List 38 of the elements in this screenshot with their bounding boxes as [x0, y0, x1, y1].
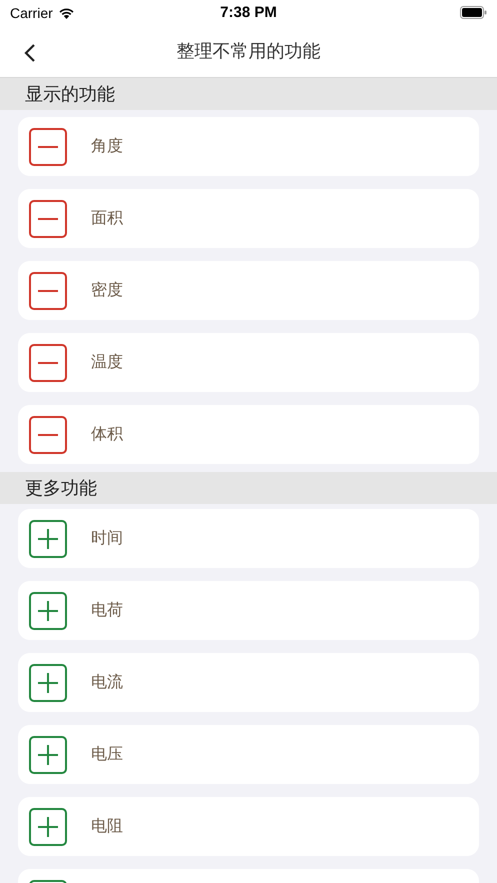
minus-icon[interactable]: [29, 128, 67, 166]
feature-row[interactable]: 密度: [18, 261, 479, 320]
feature-label: 电阻: [91, 816, 123, 837]
feature-label: 面积: [91, 208, 123, 229]
carrier-label: Carrier: [10, 4, 53, 20]
nav-title: 整理不常用的功能: [176, 40, 320, 63]
feature-row[interactable]: 温度: [18, 333, 479, 392]
feature-row[interactable]: 电荷: [18, 581, 479, 640]
feature-row[interactable]: 电流: [18, 653, 479, 712]
battery-icon: [460, 6, 487, 19]
minus-icon[interactable]: [29, 200, 67, 238]
minus-icon[interactable]: [29, 416, 67, 454]
feature-row[interactable]: 体积: [18, 405, 479, 464]
feature-label: 体积: [91, 424, 123, 445]
back-icon: [24, 43, 36, 63]
feature-label: 电压: [91, 744, 123, 765]
feature-label: 角度: [91, 136, 123, 157]
minus-icon[interactable]: [29, 272, 67, 310]
feature-row[interactable]: 时间: [18, 509, 479, 568]
feature-row[interactable]: 电阻: [18, 797, 479, 856]
plus-icon[interactable]: [29, 736, 67, 774]
feature-label: 电流: [91, 672, 123, 693]
status-time: 7:38 PM: [220, 4, 277, 21]
feature-label: 温度: [91, 352, 123, 373]
feature-label: 密度: [91, 280, 123, 301]
plus-icon[interactable]: [29, 592, 67, 630]
plus-icon[interactable]: [29, 808, 67, 846]
section-header: 显示的功能: [0, 78, 497, 110]
feature-label: 电荷: [91, 600, 123, 621]
feature-row[interactable]: 面积: [18, 189, 479, 248]
plus-icon[interactable]: [29, 520, 67, 558]
plus-icon[interactable]: [29, 664, 67, 702]
feature-row[interactable]: 电压: [18, 725, 479, 784]
wifi-icon: [58, 6, 75, 18]
section-header: 更多功能: [0, 472, 497, 504]
minus-icon[interactable]: [29, 344, 67, 382]
feature-row[interactable]: 角度: [18, 117, 479, 176]
feature-label: 时间: [91, 528, 123, 549]
